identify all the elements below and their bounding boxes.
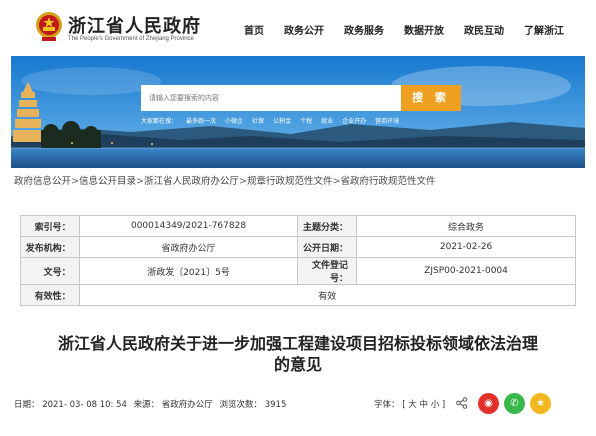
font-size-switcher: 字体： [ 大 中 小 ] [374, 398, 445, 410]
breadcrumb-item[interactable]: 规章行政规范性文件 [247, 176, 333, 187]
registration-number-label: 文件登记号： [297, 257, 358, 285]
doc-number-value: 浙政发〔2021〕5号 [78, 257, 299, 285]
hot-word[interactable]: 小微企 [225, 116, 243, 125]
breadcrumb-item[interactable]: 信息公开目录 [79, 176, 136, 187]
article-source: 来源： 省政府办公厅 [133, 400, 213, 410]
category-label: 主题分类： [297, 215, 358, 237]
document-title-line: 浙江省人民政府关于进一步加强工程建设项目招标投标领域依法治理 [57, 334, 538, 353]
hot-word[interactable]: 企业开办 [342, 116, 366, 125]
document-title-line: 的意见 [273, 355, 322, 374]
main-nav: 首页 政务公开 政务服务 数据开放 政民互动 了解浙江 [244, 22, 584, 37]
doc-number-label: 文号： [20, 257, 80, 285]
table-row: 发布机构： 省政府办公厅 公开日期： 2021-02-26 [20, 236, 576, 258]
weibo-share-icon[interactable]: ◉ [478, 393, 499, 414]
breadcrumb-item[interactable]: 省政府行政规范性文件 [340, 176, 435, 187]
publish-date-label: 公开日期： [297, 236, 358, 258]
banner: 搜 索 大家都在搜： 最多跑一次 小微企 社保 公积金 个税 就业 企业开办 营… [11, 56, 585, 168]
hot-word[interactable]: 营商环境 [375, 116, 399, 125]
issuer-label: 发布机构： [20, 236, 80, 258]
national-emblem-icon[interactable] [34, 10, 64, 42]
breadcrumb-separator: > [71, 176, 79, 187]
table-row: 索引号： 000014349/2021-767828 主题分类： 综合政务 [20, 215, 576, 237]
site-subtitle: The People's Government of Zhejiang Prov… [68, 36, 194, 42]
hot-word[interactable]: 就业 [321, 116, 333, 125]
search-input[interactable] [141, 85, 401, 111]
west-lake-banner-image [11, 56, 585, 168]
validity-label: 有效性： [20, 284, 80, 306]
document-info-table: 索引号： 000014349/2021-767828 主题分类： 综合政务 发布… [20, 215, 577, 306]
view-count: 浏览次数： 3915 [219, 400, 287, 410]
search-button[interactable]: 搜 索 [401, 85, 461, 111]
site-title[interactable]: 浙江省人民政府 [68, 12, 201, 38]
category-value: 综合政务 [356, 215, 576, 237]
wechat-share-icon[interactable]: ✆ [504, 393, 525, 414]
breadcrumb-item[interactable]: 政府信息公开 [14, 176, 71, 187]
nav-gov-services[interactable]: 政务服务 [344, 22, 384, 37]
hot-search-label: 大家都在搜： [141, 118, 178, 125]
article-meta: 日期： 2021- 03- 08 10: 54 来源： 省政府办公厅 浏览次数：… [14, 398, 290, 410]
document-title: 浙江省人民政府关于进一步加强工程建设项目招标投标领域依法治理 的意见 [20, 333, 576, 375]
hot-word[interactable]: 个税 [300, 116, 312, 125]
font-size-medium[interactable]: 中 [419, 400, 428, 410]
nav-about-zhejiang[interactable]: 了解浙江 [524, 22, 564, 37]
nav-interaction[interactable]: 政民互动 [464, 22, 504, 37]
breadcrumb-separator: > [136, 176, 144, 187]
table-row: 有效性： 有效 [20, 284, 577, 306]
breadcrumb-separator: > [238, 176, 247, 187]
font-size-small[interactable]: 小 [431, 400, 440, 410]
publish-datetime: 日期： 2021- 03- 08 10: 54 [14, 400, 127, 410]
registration-number-value: ZJSP00-2021-0004 [356, 257, 576, 285]
table-row: 文号： 浙政发〔2021〕5号 文件登记号： ZJSP00-2021-0004 [20, 257, 576, 285]
issuer-value: 省政府办公厅 [78, 236, 299, 258]
hot-word[interactable]: 公积金 [273, 116, 291, 125]
index-label: 索引号： [20, 215, 80, 237]
breadcrumb: 政府信息公开>信息公开目录>浙江省人民政府办公厅>规章行政规范性文件>省政府行政… [14, 173, 435, 187]
hot-word[interactable]: 最多跑一次 [186, 116, 216, 125]
nav-home[interactable]: 首页 [244, 22, 264, 37]
publish-date-value: 2021-02-26 [356, 236, 576, 258]
nav-open-data[interactable]: 数据开放 [404, 22, 444, 37]
font-size-large[interactable]: 大 [408, 400, 417, 410]
font-size-label: 字体： [374, 400, 400, 410]
breadcrumb-item[interactable]: 浙江省人民政府办公厅 [144, 176, 239, 187]
nav-gov-affairs-open[interactable]: 政务公开 [284, 22, 324, 37]
hot-search-words: 大家都在搜： 最多跑一次 小微企 社保 公积金 个税 就业 企业开办 营商环境 [141, 116, 408, 125]
article-meta-bar: 日期： 2021- 03- 08 10: 54 来源： 省政府办公厅 浏览次数：… [14, 393, 584, 415]
bracket-close: ] [441, 400, 446, 410]
hot-word[interactable]: 社保 [252, 116, 264, 125]
favorite-star-icon[interactable]: ★ [530, 393, 551, 414]
validity-value: 有效 [78, 284, 577, 306]
index-value: 000014349/2021-767828 [78, 215, 299, 237]
share-icon[interactable] [456, 397, 468, 409]
site-header: 浙江省人民政府 The People's Government of Zheji… [0, 0, 596, 58]
